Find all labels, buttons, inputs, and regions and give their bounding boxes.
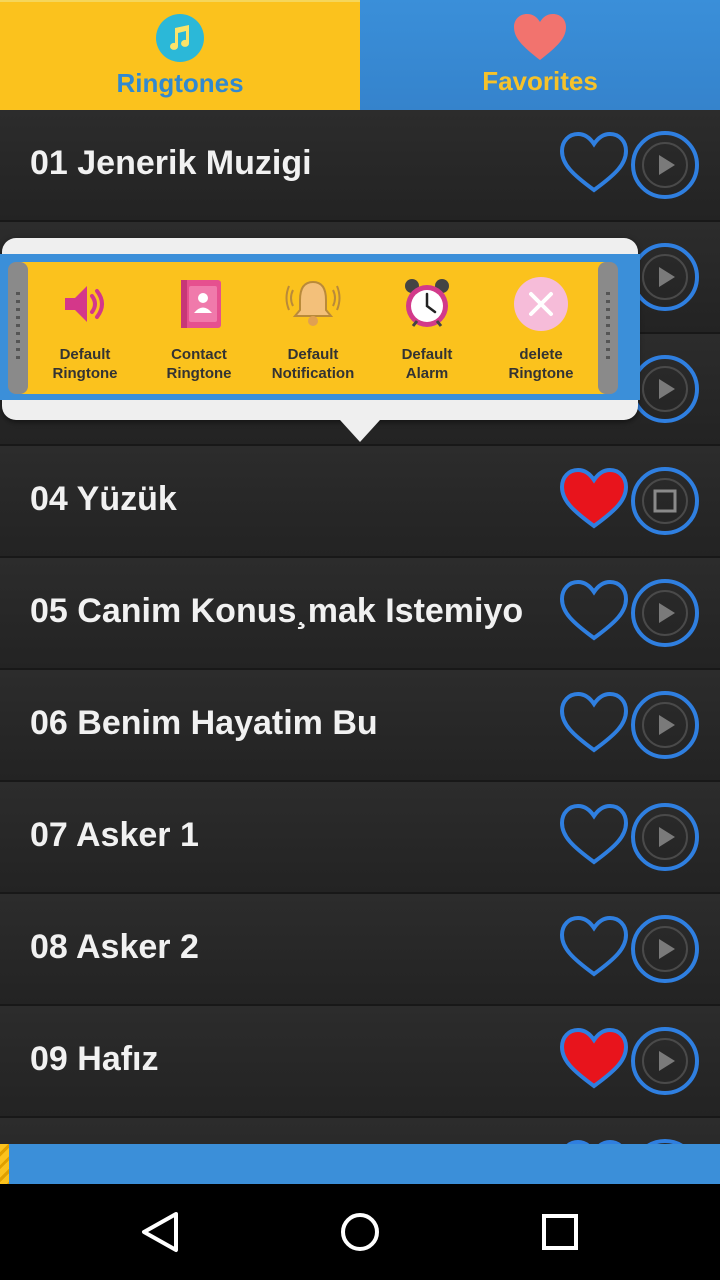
action-label-line1: delete: [519, 346, 563, 363]
play-icon: [659, 379, 675, 399]
delete-x-icon: [514, 277, 568, 331]
ringtone-title: 08 Asker 2: [30, 928, 199, 966]
heart-outline-icon[interactable]: [558, 690, 630, 760]
action-label-line2: Alarm: [405, 365, 449, 382]
tab-favorites-label: Favorites: [482, 66, 598, 96]
home-icon[interactable]: [330, 1204, 390, 1260]
play-button[interactable]: [630, 578, 700, 648]
ringtone-row[interactable]: 09 Hafız: [0, 1006, 720, 1118]
system-nav-bar: [0, 1184, 720, 1280]
alarm-clock-icon: [405, 279, 449, 327]
recents-icon[interactable]: [530, 1204, 590, 1260]
ringtone-title: 07 Asker 1: [30, 816, 199, 854]
play-button[interactable]: [630, 354, 700, 424]
action-label-line2: Notification: [271, 365, 355, 382]
play-icon: [659, 939, 675, 959]
play-button[interactable]: [630, 130, 700, 200]
tab-favorites[interactable]: Favorites: [360, 0, 720, 110]
heart-filled-icon[interactable]: [558, 466, 630, 536]
tab-ringtones[interactable]: Ringtones: [0, 0, 360, 110]
ringtone-row[interactable]: 05 Canim Konus¸mak Istemiyo: [0, 558, 720, 670]
action-label-line1: Contact: [171, 346, 227, 363]
ringtone-row[interactable]: [0, 1118, 720, 1144]
play-icon: [659, 267, 675, 287]
play-button[interactable]: [630, 690, 700, 760]
play-button[interactable]: [630, 802, 700, 872]
set-default-notification-button[interactable]: Default Notification: [258, 276, 368, 383]
ringtone-action-popup: Default Ringtone Contact Ringtone Default N…: [0, 236, 640, 444]
back-icon[interactable]: [130, 1204, 190, 1260]
contact-book-icon: [181, 280, 221, 328]
play-button[interactable]: [630, 914, 700, 984]
ringtone-title: 01 Jenerik Muzigi: [30, 144, 312, 182]
play-button[interactable]: [630, 242, 700, 312]
ringtone-title: 06 Benim Hayatim Bu: [30, 704, 378, 742]
heart-outline-icon[interactable]: [558, 802, 630, 872]
scroll-grip-right[interactable]: [598, 262, 618, 394]
delete-ringtone-button[interactable]: delete Ringtone: [486, 276, 596, 383]
play-button[interactable]: [630, 1026, 700, 1096]
ringtone-row[interactable]: 07 Asker 1: [0, 782, 720, 894]
set-contact-ringtone-button[interactable]: Contact Ringtone: [144, 276, 254, 383]
stop-icon: [653, 489, 677, 513]
tab-bar: Ringtones Favorites: [0, 0, 720, 110]
heart-outline-icon[interactable]: [558, 130, 630, 200]
bottom-banner[interactable]: [0, 1144, 720, 1184]
play-icon: [659, 827, 675, 847]
play-icon: [659, 715, 675, 735]
action-label-line2: Ringtone: [52, 365, 118, 382]
ringtone-title: 05 Canim Konus¸mak Istemiyo: [30, 592, 524, 630]
action-label-line2: Ringtone: [508, 365, 574, 382]
heart-icon: [514, 14, 566, 60]
action-label-line2: Ringtone: [166, 365, 232, 382]
action-label-line1: Default: [287, 346, 339, 363]
ringtone-row[interactable]: 01 Jenerik Muzigi: [0, 110, 720, 222]
music-note-icon: [156, 14, 204, 62]
play-icon: [659, 155, 675, 175]
ringtone-row[interactable]: 08 Asker 2: [0, 894, 720, 1006]
ringtone-row[interactable]: 06 Benim Hayatim Bu: [0, 670, 720, 782]
ringtone-row[interactable]: 04 Yüzük: [0, 446, 720, 558]
scroll-grip-left[interactable]: [8, 262, 28, 394]
stop-button[interactable]: [630, 466, 700, 536]
heart-filled-icon[interactable]: [558, 1026, 630, 1096]
tab-ringtones-label: Ringtones: [116, 68, 244, 98]
speaker-icon: [65, 286, 104, 322]
popup-pointer: [340, 420, 380, 442]
set-default-alarm-button[interactable]: Default Alarm: [372, 276, 482, 383]
play-icon: [659, 603, 675, 623]
heart-outline-icon[interactable]: [558, 578, 630, 648]
action-label-line1: Default: [59, 346, 111, 363]
action-label-line1: Default: [401, 346, 453, 363]
bell-icon: [285, 280, 341, 326]
play-icon: [659, 1051, 675, 1071]
banner-edge: [0, 1144, 9, 1184]
set-default-ringtone-button[interactable]: Default Ringtone: [30, 276, 140, 383]
ringtone-title: 09 Hafız: [30, 1040, 159, 1078]
heart-outline-icon[interactable]: [558, 914, 630, 984]
ringtone-title: 04 Yüzük: [30, 480, 177, 518]
